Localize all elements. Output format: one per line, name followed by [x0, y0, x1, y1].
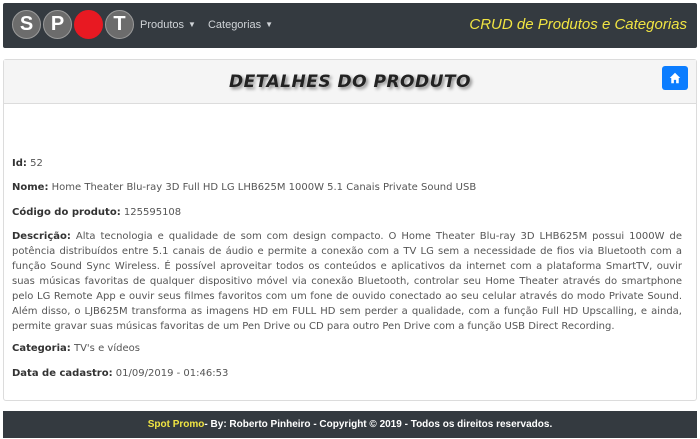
code-value: 125595108 — [123, 207, 182, 218]
top-navbar: S P T Produtos ▼ Categorias ▼ CRUD de Prod… — [3, 3, 697, 48]
category-label: Categoria: — [12, 343, 71, 354]
nav-categorias-label: Categorias — [207, 19, 262, 31]
nav-categorias-dropdown[interactable]: Categorias ▼ — [208, 19, 273, 31]
date-value: 01/09/2019 - 01:46:53 — [115, 368, 229, 379]
id-value: 52 — [30, 158, 43, 169]
field-code: Código do produto: 125595108 — [12, 205, 682, 220]
footer-promo: Spot Promo — [147, 419, 205, 430]
category-value: TV's e vídeos — [73, 343, 140, 354]
field-id: Id: 52 — [12, 156, 682, 171]
page-title: DETALHES DO PRODUTO — [229, 71, 471, 92]
date-label: Data de cadastro: — [12, 368, 113, 379]
nav-menu: Produtos ▼ Categorias ▼ — [140, 19, 273, 31]
description-label: Descrição: — [12, 231, 71, 242]
name-value: Home Theater Blu-ray 3D Full HD LG LHB62… — [51, 182, 477, 193]
name-label: Nome: — [12, 182, 49, 193]
home-button[interactable] — [662, 66, 688, 90]
brand-title: CRUD de Produtos e Categorias — [469, 16, 687, 33]
field-category: Categoria: TV's e vídeos — [12, 341, 682, 356]
code-label: Código do produto: — [12, 207, 121, 218]
field-name: Nome: Home Theater Blu-ray 3D Full HD LG… — [12, 180, 682, 195]
logo-letter-s: S — [12, 10, 41, 39]
nav-produtos-label: Produtos — [140, 19, 185, 31]
nav-produtos-dropdown[interactable]: Produtos ▼ — [140, 19, 196, 31]
logo-letter-p: P — [43, 10, 72, 39]
field-description: Descrição: Alta tecnologia e qualidade d… — [12, 229, 682, 334]
spot-logo[interactable]: S P T — [12, 10, 134, 42]
field-date: Data de cadastro: 01/09/2019 - 01:46:53 — [12, 366, 682, 381]
description-value: Alta tecnologia e qualidade de som com d… — [12, 231, 682, 332]
page-footer: Spot Promo - By: Roberto Pinheiro - Copy… — [3, 411, 697, 438]
logo-letter-t: T — [105, 10, 134, 39]
caret-down-icon: ▼ — [265, 20, 274, 29]
home-icon — [669, 72, 681, 84]
footer-text: - By: Roberto Pinheiro - Copyright © 201… — [204, 419, 553, 430]
caret-down-icon: ▼ — [188, 20, 196, 29]
id-label: Id: — [12, 158, 27, 169]
logo-red-dot — [74, 10, 103, 39]
card-header: DETALHES DO PRODUTO — [4, 60, 696, 104]
